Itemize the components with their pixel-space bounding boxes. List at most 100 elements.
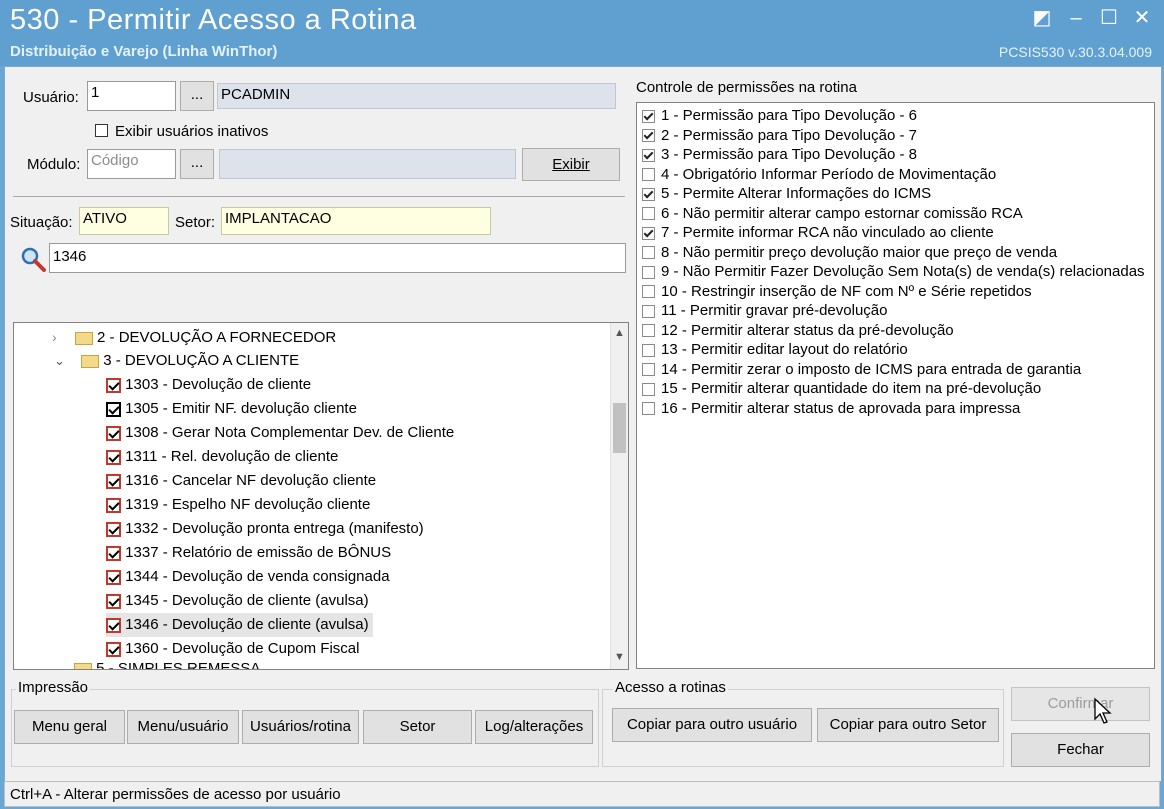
permission-checkbox[interactable] (642, 129, 655, 143)
chevron-right-icon[interactable]: › (52, 329, 57, 345)
permission-item[interactable]: 3 - Permissão para Tipo Devolução - 8 (642, 145, 917, 165)
restore-icon[interactable]: ◩ (1030, 6, 1054, 30)
setor-button[interactable]: Setor (363, 710, 472, 744)
tree-folder[interactable]: ⌄ 3 - DEVOLUÇÃO A CLIENTE (54, 349, 299, 373)
tree-item-checkbox[interactable] (106, 521, 121, 537)
permission-checkbox[interactable] (642, 324, 655, 338)
permission-checkbox[interactable] (642, 285, 655, 299)
permission-item[interactable]: 2 - Permissão para Tipo Devolução - 7 (642, 126, 917, 146)
permission-label: 12 - Permitir alterar status da pré-devo… (661, 321, 954, 339)
tree-folder-label: 5 - SIMPLES REMESSA (96, 660, 261, 670)
mouse-cursor-icon (1093, 697, 1115, 725)
tree-item[interactable]: 1344 - Devolução de venda consignada (106, 565, 390, 589)
tree-item-checkbox[interactable] (106, 401, 121, 417)
close-button[interactable]: Fechar (1011, 733, 1150, 767)
tree-item-checkbox[interactable] (106, 377, 121, 393)
scroll-up-icon[interactable]: ▲ (614, 327, 625, 339)
folder-icon (74, 331, 93, 345)
tree-item-checkbox[interactable] (106, 641, 121, 657)
tree-item[interactable]: 1303 - Devolução de cliente (106, 373, 311, 397)
tree-item-checkbox[interactable] (106, 425, 121, 441)
confirm-button[interactable]: Confirmar (1011, 687, 1150, 721)
permission-item[interactable]: 6 - Não permitir alterar campo estornar … (642, 204, 1023, 224)
permission-label: 10 - Restringir inserção de NF com Nº e … (661, 282, 1032, 300)
access-group-title: Acesso a rotinas (613, 679, 728, 696)
permission-item[interactable]: 12 - Permitir alterar status da pré-devo… (642, 321, 954, 341)
permission-checkbox[interactable] (642, 246, 655, 260)
permission-item[interactable]: 5 - Permite Alterar Informações do ICMS (642, 184, 931, 204)
routine-tree[interactable]: › 2 - DEVOLUÇÃO A FORNECEDOR ⌄ 3 - DEVOL… (13, 322, 629, 670)
tree-item[interactable]: 1316 - Cancelar NF devolução cliente (106, 469, 376, 493)
tree-item[interactable]: 1319 - Espelho NF devolução cliente (106, 493, 370, 517)
permission-checkbox[interactable] (642, 265, 655, 279)
permission-checkbox[interactable] (642, 148, 655, 162)
tree-item-checkbox[interactable] (106, 617, 121, 633)
module-code-input[interactable]: Código (87, 149, 176, 179)
permission-item[interactable]: 15 - Permitir alterar quantidade do item… (642, 379, 1041, 399)
tree-folder-label: 3 - DEVOLUÇÃO A CLIENTE (103, 352, 300, 369)
permission-item[interactable]: 9 - Não Permitir Fazer Devolução Sem Not… (642, 262, 1145, 282)
tree-item[interactable]: 1308 - Gerar Nota Complementar Dev. de C… (106, 421, 454, 445)
permission-checkbox[interactable] (642, 343, 655, 357)
permission-item[interactable]: 10 - Restringir inserção de NF com Nº e … (642, 282, 1032, 302)
copy-to-sector-button[interactable]: Copiar para outro Setor (817, 708, 999, 742)
tree-scrollbar[interactable]: ▲ ▼ (610, 323, 628, 669)
permission-item[interactable]: 14 - Permitir zerar o imposto de ICMS pa… (642, 360, 1081, 380)
permission-checkbox[interactable] (642, 187, 655, 201)
menu-geral-button[interactable]: Menu geral (14, 710, 125, 744)
scroll-down-icon[interactable]: ▼ (614, 651, 625, 663)
printing-group-title: Impressão (16, 679, 91, 696)
tree-item-checkbox[interactable] (106, 569, 121, 585)
user-lookup-button[interactable]: ... (180, 81, 214, 111)
permission-item[interactable]: 8 - Não permitir preço devolução maior q… (642, 243, 1057, 263)
permission-item[interactable]: 1 - Permissão para Tipo Devolução - 6 (642, 106, 917, 126)
scroll-thumb[interactable] (613, 403, 626, 453)
permission-item[interactable]: 16 - Permitir alterar status de aprovada… (642, 399, 1020, 419)
permission-label: 15 - Permitir alterar quantidade do item… (661, 380, 1042, 397)
usuarios-rotina-button[interactable]: Usuários/rotina (242, 710, 359, 744)
permission-checkbox[interactable] (642, 402, 655, 416)
module-lookup-button[interactable]: ... (180, 149, 214, 179)
permission-checkbox[interactable] (642, 304, 655, 318)
tree-item[interactable]: 1337 - Relatório de emissão de BÔNUS (106, 541, 391, 565)
minimize-icon[interactable]: – (1064, 6, 1088, 30)
tree-item-checkbox[interactable] (106, 449, 121, 465)
permission-checkbox[interactable] (642, 168, 655, 182)
tree-item[interactable]: 1311 - Rel. devolução de cliente (106, 445, 338, 469)
user-label: Usuário: (23, 89, 79, 106)
tree-item[interactable]: 1305 - Emitir NF. devolução cliente (106, 397, 357, 421)
menu-usuario-button[interactable]: Menu/usuário (127, 710, 239, 744)
tree-item-label: 1311 - Rel. devolução de cliente (125, 448, 339, 465)
log-alteracoes-button[interactable]: Log/alterações (475, 710, 593, 744)
tree-folder[interactable]: › 2 - DEVOLUÇÃO A FORNECEDOR (52, 325, 336, 349)
permission-item[interactable]: 4 - Obrigatório Informar Período de Movi… (642, 165, 996, 185)
search-input[interactable]: 1346 (49, 243, 626, 273)
tree-item[interactable]: 1345 - Devolução de cliente (avulsa) (106, 589, 369, 613)
permission-label: 6 - Não permitir alterar campo estornar … (661, 204, 1023, 222)
user-code-input[interactable]: 1 (87, 81, 176, 111)
close-icon[interactable]: ✕ (1130, 6, 1154, 30)
tree-item-selected[interactable]: 1346 - Devolução de cliente (avulsa) (106, 613, 373, 637)
permission-checkbox[interactable] (642, 207, 655, 221)
show-module-button[interactable]: Exibir (522, 148, 620, 181)
permission-item[interactable]: 11 - Permitir gravar pré-devolução (642, 301, 887, 321)
tree-item-checkbox[interactable] (106, 473, 121, 489)
show-inactive-checkbox[interactable] (95, 124, 108, 137)
situacao-field: ATIVO (79, 207, 169, 235)
permission-checkbox[interactable] (642, 109, 655, 123)
tree-item[interactable]: 1332 - Devolução pronta entrega (manifes… (106, 517, 424, 541)
window-subtitle: Distribuição e Varejo (Linha WinThor) (10, 43, 278, 60)
chevron-down-icon[interactable]: ⌄ (54, 353, 65, 368)
permission-checkbox[interactable] (642, 226, 655, 240)
copy-to-user-button[interactable]: Copiar para outro usuário (612, 708, 812, 742)
tree-item-checkbox[interactable] (106, 593, 121, 609)
tree-folder[interactable]: 5 - SIMPLES REMESSA (74, 658, 261, 670)
permission-item[interactable]: 13 - Permitir editar layout do relatório (642, 340, 908, 360)
permission-item[interactable]: 7 - Permite informar RCA não vinculado a… (642, 223, 994, 243)
tree-item-checkbox[interactable] (106, 497, 121, 513)
tree-item-label: 1305 - Emitir NF. devolução cliente (125, 400, 357, 417)
permission-checkbox[interactable] (642, 363, 655, 377)
maximize-icon[interactable]: ☐ (1097, 6, 1121, 30)
tree-item-checkbox[interactable] (106, 545, 121, 561)
permission-checkbox[interactable] (642, 382, 655, 396)
